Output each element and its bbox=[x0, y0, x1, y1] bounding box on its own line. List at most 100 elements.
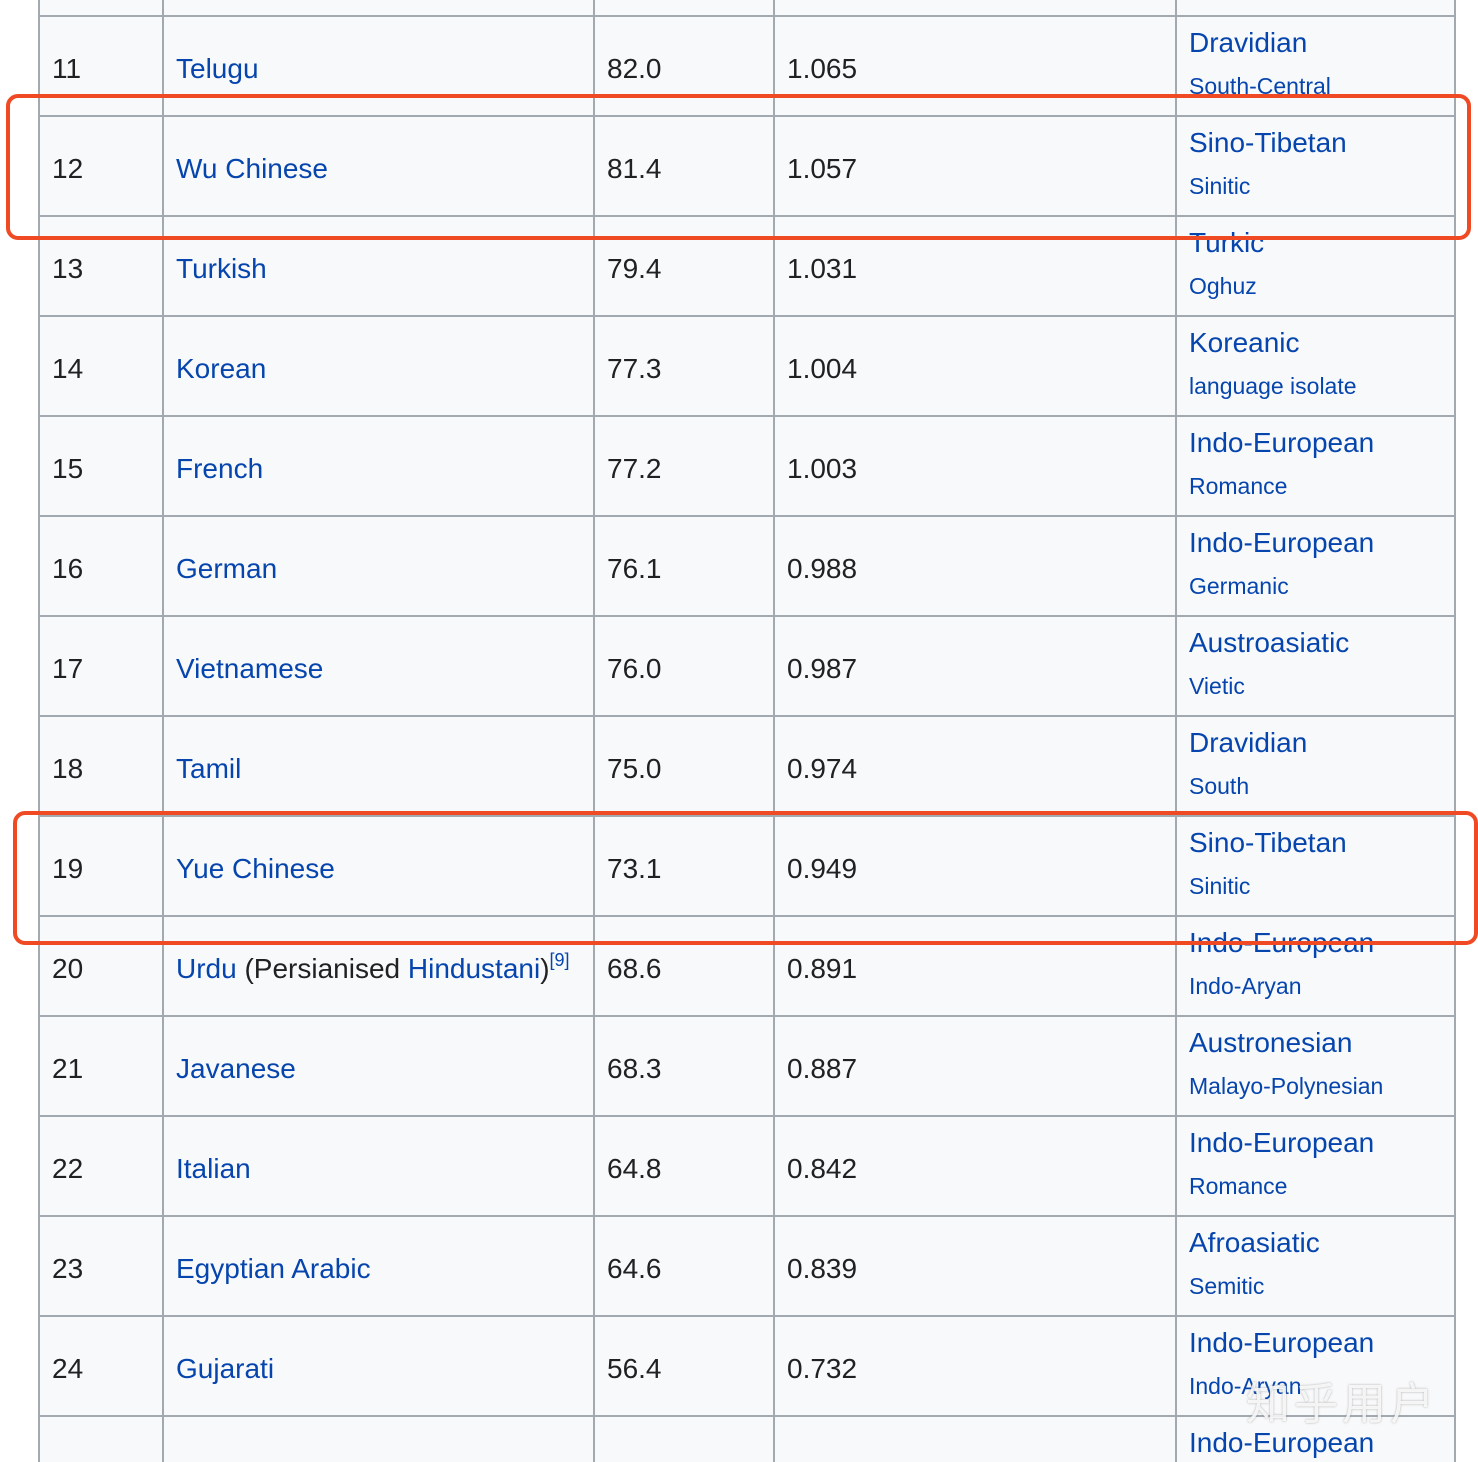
language-name[interactable]: Wu Chinese bbox=[176, 153, 328, 184]
branch-link[interactable]: Sinitic bbox=[1189, 873, 1250, 900]
family-cell[interactable]: Indo-European Indo-Aryan bbox=[1177, 917, 1454, 1015]
family-cell[interactable]: Indo-European Germanic bbox=[1177, 517, 1454, 615]
language-cell[interactable]: German bbox=[164, 517, 595, 615]
language-link[interactable]: French bbox=[176, 453, 263, 485]
language-cell[interactable] bbox=[164, 0, 595, 15]
language-cell[interactable]: Egyptian Arabic bbox=[164, 1217, 595, 1315]
family-link[interactable]: Indo-European bbox=[1189, 1127, 1374, 1159]
language-link[interactable]: German bbox=[176, 553, 277, 585]
language-note-link[interactable]: Hindustani bbox=[408, 953, 540, 984]
branch-link[interactable]: Semitic bbox=[1189, 1273, 1264, 1300]
language-name[interactable]: Urdu bbox=[176, 953, 237, 984]
table-row: 15 French 77.2 1.003 Indo-European Romance bbox=[40, 417, 1454, 517]
family-cell[interactable]: Sino-Tibetan Sinitic bbox=[1177, 817, 1454, 915]
language-name[interactable]: Tamil bbox=[176, 753, 241, 784]
language-cell[interactable]: French bbox=[164, 417, 595, 515]
language-name[interactable]: Turkish bbox=[176, 253, 267, 284]
branch-link[interactable]: Sinitic bbox=[1189, 173, 1250, 200]
speakers-cell bbox=[595, 1417, 775, 1462]
language-link[interactable]: Italian bbox=[176, 1153, 251, 1185]
family-cell[interactable]: Dravidian South bbox=[1177, 717, 1454, 815]
family-cell[interactable]: Sino-Tibetan Sinitic bbox=[1177, 117, 1454, 215]
branch-link[interactable]: Indo-Aryan bbox=[1189, 973, 1302, 1000]
branch-link[interactable]: Oghuz bbox=[1189, 273, 1257, 300]
family-cell[interactable]: Afroasiatic Semitic bbox=[1177, 1217, 1454, 1315]
language-name[interactable]: Telugu bbox=[176, 53, 259, 84]
branch-link[interactable]: South-Central bbox=[1189, 73, 1331, 100]
language-link[interactable]: Urdu (Persianised Hindustani)[9] bbox=[176, 950, 570, 985]
speakers-cell: 82.0 bbox=[595, 17, 775, 115]
language-link[interactable]: Javanese bbox=[176, 1053, 296, 1085]
language-link[interactable]: Yue Chinese bbox=[176, 853, 335, 885]
family-cell[interactable]: Dravidian South-Central bbox=[1177, 17, 1454, 115]
branch-link[interactable]: Romance bbox=[1189, 473, 1287, 500]
language-link[interactable]: Korean bbox=[176, 353, 266, 385]
rank-cell: 17 bbox=[40, 617, 164, 715]
rank-value: 15 bbox=[52, 453, 84, 485]
language-cell[interactable]: Telugu bbox=[164, 17, 595, 115]
language-name[interactable]: French bbox=[176, 453, 263, 484]
watermark: 知乎用户 bbox=[1246, 1379, 1438, 1430]
branch-link[interactable]: language isolate bbox=[1189, 373, 1357, 400]
table-row: 17 Vietnamese 76.0 0.987 Austroasiatic Vietic bbox=[40, 617, 1454, 717]
language-link[interactable]: Tamil bbox=[176, 753, 241, 785]
language-name[interactable]: Korean bbox=[176, 353, 266, 384]
language-link[interactable]: Telugu bbox=[176, 53, 259, 85]
family-link[interactable]: Dravidian bbox=[1189, 727, 1307, 759]
family-link[interactable]: Afroasiatic bbox=[1189, 1227, 1320, 1259]
speakers-value: 73.1 bbox=[607, 853, 662, 885]
family-cell[interactable]: Koreanic language isolate bbox=[1177, 317, 1454, 415]
language-link[interactable]: Turkish bbox=[176, 253, 267, 285]
family-link[interactable]: Koreanic bbox=[1189, 327, 1300, 359]
branch-link[interactable]: Vietic bbox=[1189, 673, 1245, 700]
percent-cell: 0.987 bbox=[775, 617, 1177, 715]
family-link[interactable]: Dravidian bbox=[1189, 27, 1307, 59]
language-cell[interactable]: Italian bbox=[164, 1117, 595, 1215]
citation-link[interactable]: [9] bbox=[550, 950, 570, 970]
language-cell[interactable]: Vietnamese bbox=[164, 617, 595, 715]
language-link[interactable]: Gujarati bbox=[176, 1353, 274, 1385]
language-cell[interactable]: Urdu (Persianised Hindustani)[9] bbox=[164, 917, 595, 1015]
family-link[interactable]: Turkic bbox=[1189, 227, 1264, 259]
family-link[interactable]: Sino-Tibetan bbox=[1189, 127, 1347, 159]
family-cell[interactable]: Austronesian Malayo-Polynesian bbox=[1177, 1017, 1454, 1115]
language-cell[interactable] bbox=[164, 1417, 595, 1462]
language-link[interactable]: Egyptian Arabic bbox=[176, 1253, 371, 1285]
family-cell[interactable]: Turkic Oghuz bbox=[1177, 217, 1454, 315]
family-cell[interactable]: Indo-European Romance bbox=[1177, 1117, 1454, 1215]
family-cell[interactable]: Indo-European Romance bbox=[1177, 417, 1454, 515]
family-link[interactable]: Austroasiatic bbox=[1189, 627, 1349, 659]
family-link[interactable]: Austronesian bbox=[1189, 1027, 1352, 1059]
language-cell[interactable]: Yue Chinese bbox=[164, 817, 595, 915]
family-cell[interactable]: Indo-Aryan bbox=[1177, 0, 1454, 15]
family-link[interactable]: Indo-European bbox=[1189, 427, 1374, 459]
rank-cell: 21 bbox=[40, 1017, 164, 1115]
language-cell[interactable]: Tamil bbox=[164, 717, 595, 815]
language-link[interactable]: Vietnamese bbox=[176, 653, 323, 685]
family-link[interactable]: Sino-Tibetan bbox=[1189, 827, 1347, 859]
language-cell[interactable]: Korean bbox=[164, 317, 595, 415]
language-name[interactable]: Javanese bbox=[176, 1053, 296, 1084]
branch-link[interactable]: South bbox=[1189, 773, 1249, 800]
language-link[interactable]: Wu Chinese bbox=[176, 153, 328, 185]
language-name[interactable]: Gujarati bbox=[176, 1353, 274, 1384]
language-name[interactable]: Italian bbox=[176, 1153, 251, 1184]
table-row: 18 Tamil 75.0 0.974 Dravidian South bbox=[40, 717, 1454, 817]
family-link[interactable]: Indo-European bbox=[1189, 1327, 1374, 1359]
family-link[interactable]: Indo-European bbox=[1189, 527, 1374, 559]
language-name[interactable]: Vietnamese bbox=[176, 653, 323, 684]
family-cell[interactable]: Austroasiatic Vietic bbox=[1177, 617, 1454, 715]
family-link[interactable]: Indo-European bbox=[1189, 927, 1374, 959]
branch-link[interactable]: Romance bbox=[1189, 1173, 1287, 1200]
language-name[interactable]: Egyptian Arabic bbox=[176, 1253, 371, 1284]
language-name[interactable]: German bbox=[176, 553, 277, 584]
language-name[interactable]: Yue Chinese bbox=[176, 853, 335, 884]
branch-link[interactable]: Germanic bbox=[1189, 573, 1289, 600]
language-note-text: (Persianised bbox=[236, 953, 408, 985]
branch-link[interactable]: Malayo-Polynesian bbox=[1189, 1073, 1383, 1100]
language-cell[interactable]: Wu Chinese bbox=[164, 117, 595, 215]
language-cell[interactable]: Gujarati bbox=[164, 1317, 595, 1415]
table-row: 16 German 76.1 0.988 Indo-European Germanic bbox=[40, 517, 1454, 617]
language-cell[interactable]: Javanese bbox=[164, 1017, 595, 1115]
language-cell[interactable]: Turkish bbox=[164, 217, 595, 315]
